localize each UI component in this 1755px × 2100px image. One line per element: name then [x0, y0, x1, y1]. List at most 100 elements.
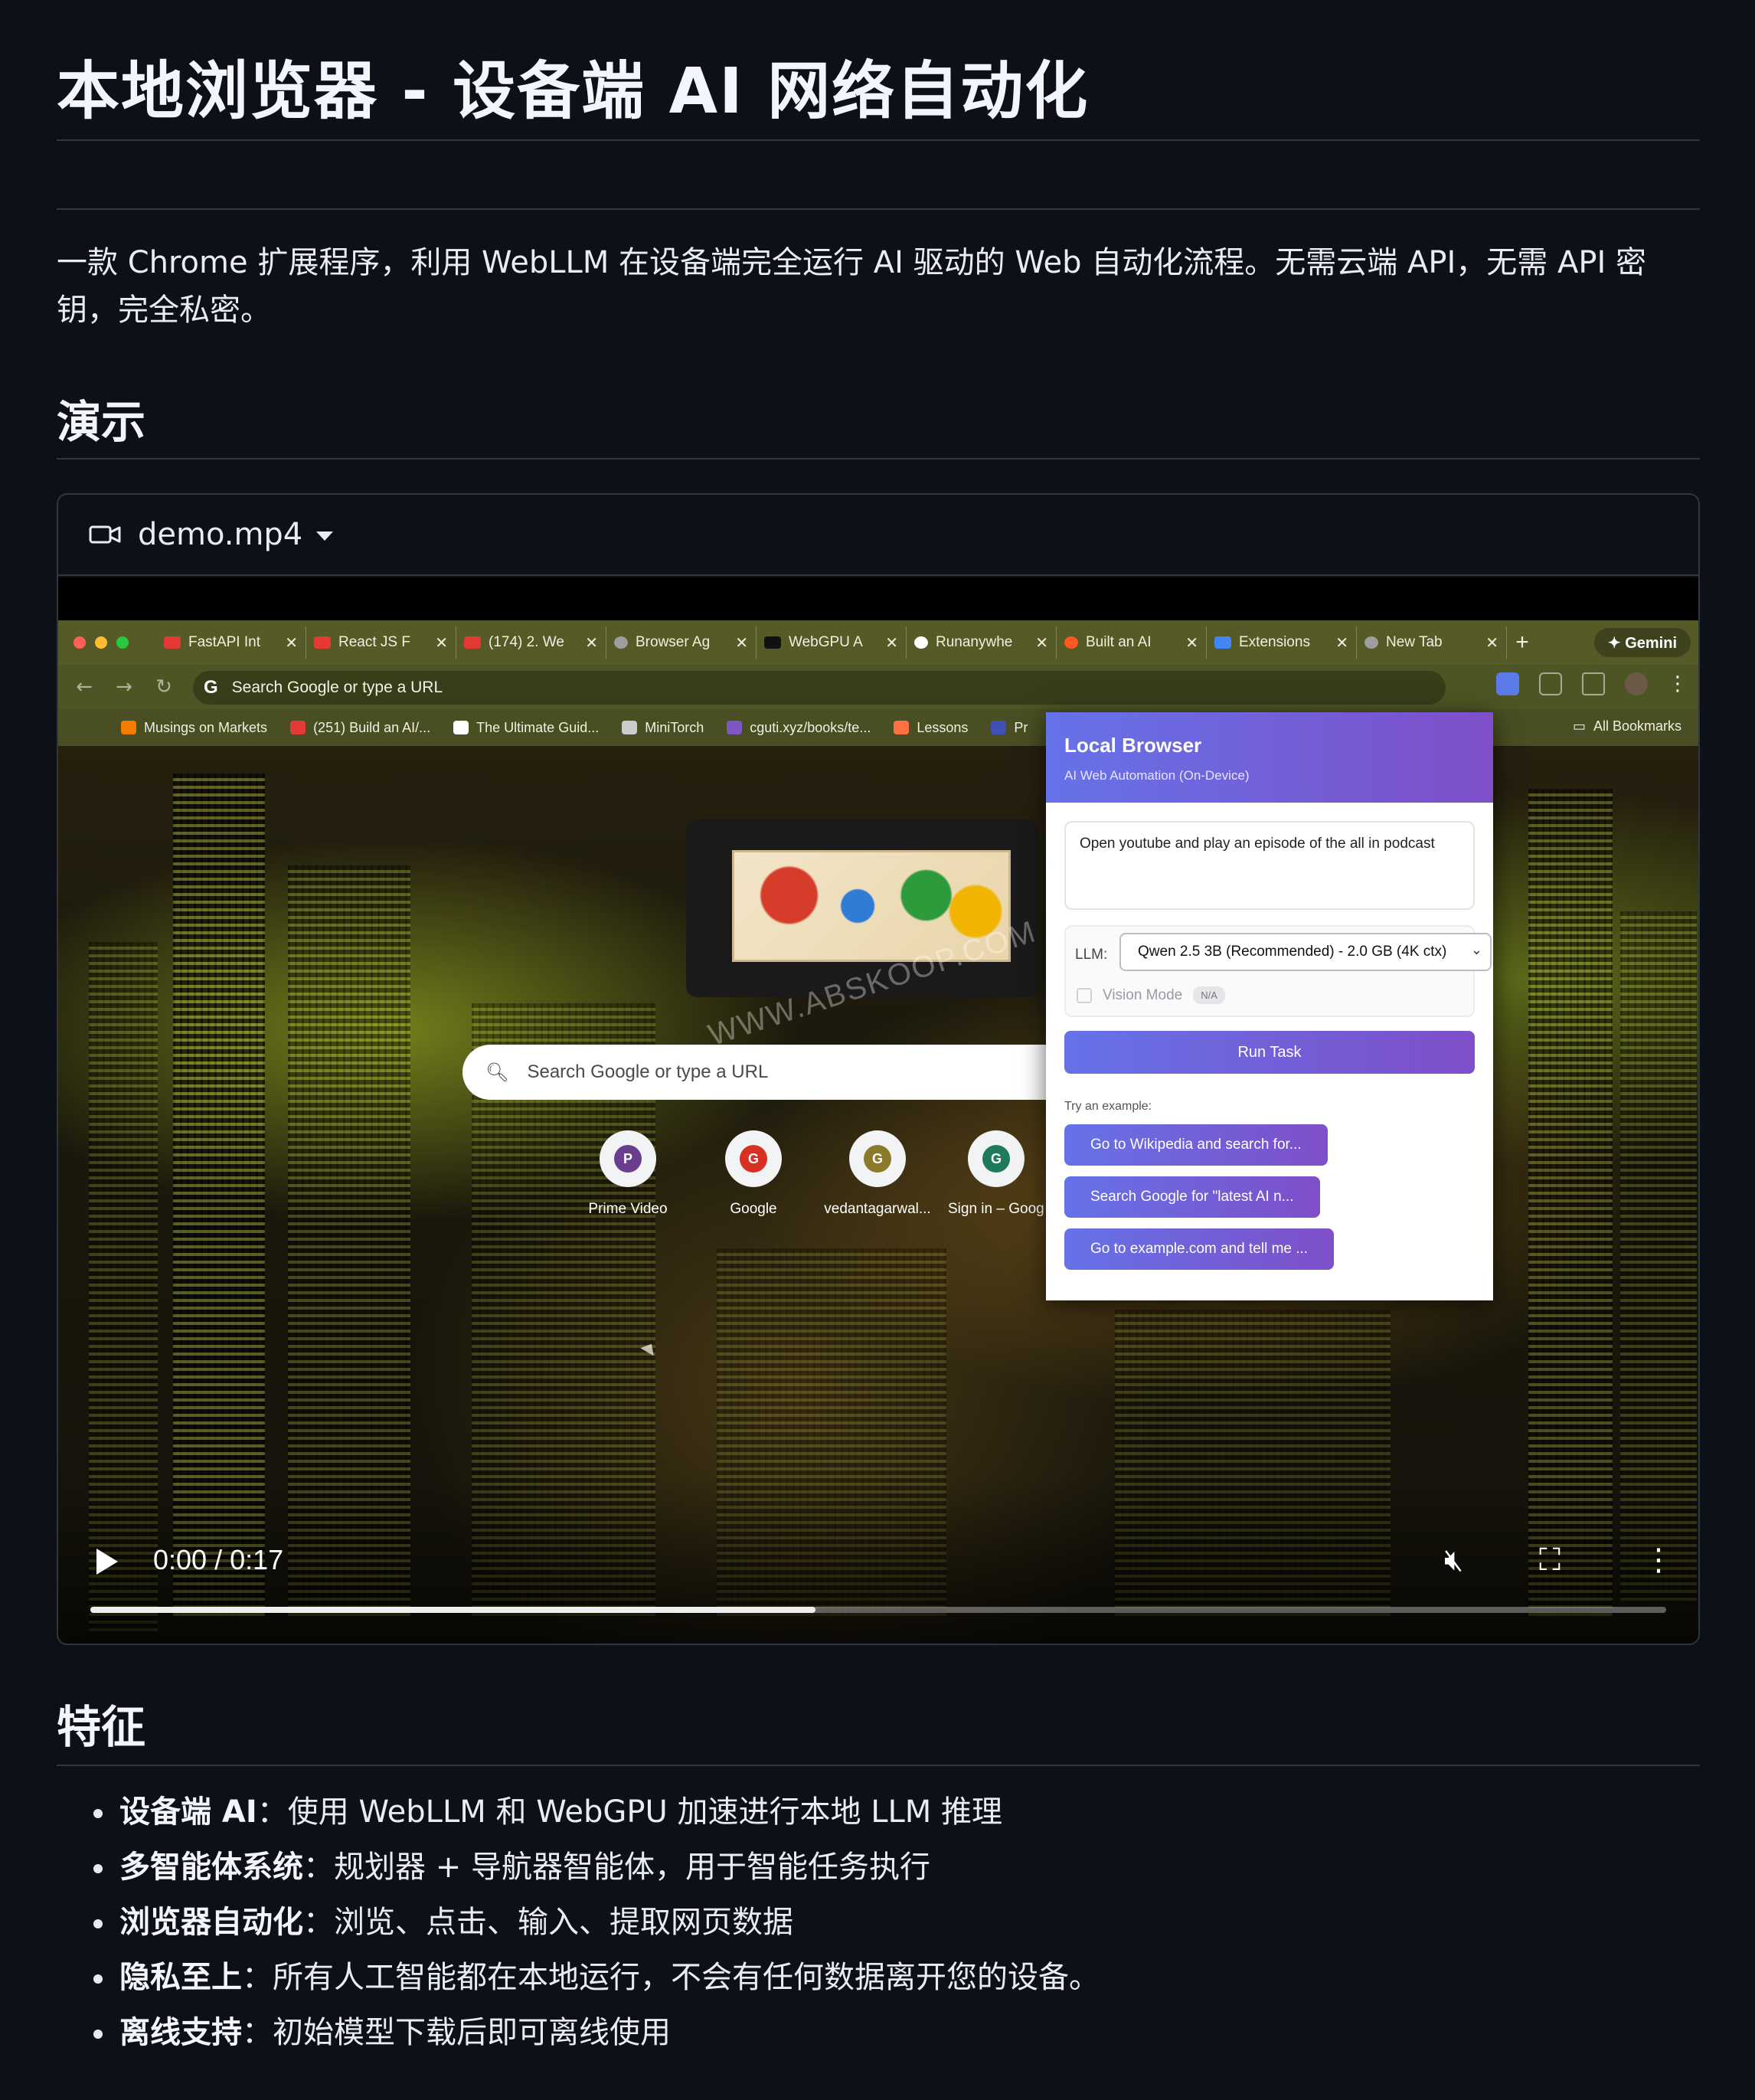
address-bar[interactable]: G Search Google or type a URL: [193, 671, 1446, 705]
forward-arrow-icon[interactable]: →: [104, 675, 144, 698]
browser-tab[interactable]: Built an AI ✕: [1057, 626, 1207, 659]
bookmark-item[interactable]: cguti.xyz/books/te...: [727, 720, 871, 736]
close-tab-icon[interactable]: ✕: [1035, 633, 1048, 653]
bookmark-item[interactable]: (251) Build an AI/...: [290, 720, 430, 736]
puzzle-icon: [1214, 636, 1231, 649]
back-arrow-icon[interactable]: ←: [64, 675, 104, 698]
browser-tab-active[interactable]: New Tab ✕: [1357, 626, 1507, 659]
video-player[interactable]: FastAPI Int ✕ React JS F ✕ (174) 2. We ✕ Br…: [58, 577, 1698, 1644]
close-tab-icon[interactable]: ✕: [735, 633, 748, 653]
page-title: 本地浏览器 - 设备端 AI 网络自动化: [57, 55, 1090, 128]
google-search-placeholder: Search Google or type a URL: [527, 1061, 769, 1082]
spinner-icon: [614, 636, 628, 649]
vision-mode-option: Vision Mode N/A: [1077, 986, 1225, 1004]
bookmark-item[interactable]: Lessons: [894, 720, 968, 736]
list-item: 浏览器自动化：浏览、点击、输入、提取网页数据: [57, 1895, 1100, 1950]
video-progress-fill: [90, 1607, 815, 1613]
bookmark-item[interactable]: MiniTorch: [622, 720, 704, 736]
close-tab-icon[interactable]: ✕: [1185, 633, 1198, 653]
avatar[interactable]: [1625, 672, 1648, 695]
browser-tab[interactable]: FastAPI Int ✕: [156, 626, 306, 659]
youtube-icon: [314, 636, 331, 649]
bookmark-item[interactable]: Musings on Markets: [121, 720, 267, 736]
close-tab-icon[interactable]: ✕: [885, 633, 898, 653]
run-task-button[interactable]: Run Task: [1064, 1031, 1475, 1074]
mute-icon[interactable]: 🔇︎: [1444, 1542, 1463, 1578]
example-button-example-com[interactable]: Go to example.com and tell me ...: [1064, 1228, 1335, 1270]
list-item: 隐私至上：所有人工智能都在本地运行，不会有任何数据离开您的设备。: [57, 1950, 1100, 2005]
medium-icon: [453, 721, 469, 734]
puzzle-icon[interactable]: [1539, 672, 1562, 695]
maximize-window-button[interactable]: [116, 636, 129, 649]
browser-tab[interactable]: Extensions ✕: [1207, 626, 1357, 659]
globe-icon: [727, 721, 743, 734]
close-tab-icon[interactable]: ✕: [1335, 633, 1348, 653]
youtube-icon: [164, 636, 181, 649]
shortcut-tile[interactable]: P Prime Video: [574, 1130, 681, 1218]
google-search-box[interactable]: 🔍︎ Search Google or type a URL: [462, 1045, 1106, 1100]
side-panel-icon[interactable]: [1582, 672, 1605, 695]
gemini-button[interactable]: ✦ Gemini: [1593, 628, 1691, 657]
chevron-down-icon[interactable]: [316, 532, 334, 541]
all-bookmarks-button[interactable]: ▭ All Bookmarks: [1573, 718, 1681, 734]
extension-icon[interactable]: [1496, 672, 1519, 695]
task-input[interactable]: Open youtube and play an episode of the …: [1064, 821, 1475, 910]
video-header[interactable]: demo.mp4: [58, 495, 1698, 576]
shortcut-tile[interactable]: G vedantagarwal...: [824, 1130, 931, 1218]
list-item: 多智能体系统：规划器 + 导航器智能体，用于智能任务执行: [57, 1840, 1100, 1895]
new-tab-button[interactable]: +: [1507, 630, 1538, 656]
more-vertical-icon[interactable]: ⋮: [1643, 1542, 1674, 1578]
browser-tab[interactable]: React JS F ✕: [306, 626, 456, 659]
model-settings: LLM: Qwen 2.5 3B (Recommended) - 2.0 GB …: [1064, 925, 1492, 1017]
shortcut-label: vedantagarwal...: [824, 1201, 931, 1217]
example-button-wikipedia[interactable]: Go to Wikipedia and search for...: [1064, 1124, 1328, 1166]
window-controls: [58, 636, 156, 649]
popup-body: Open youtube and play an episode of the …: [1046, 803, 1493, 1270]
reddit-icon: [1064, 636, 1078, 649]
shortcut-tile[interactable]: G Google: [700, 1130, 807, 1218]
shortcut-icon: G: [740, 1145, 767, 1173]
shortcut-tile[interactable]: G Sign in – Goog: [948, 1130, 1046, 1218]
close-tab-icon[interactable]: ✕: [285, 633, 298, 653]
youtube-icon: [290, 721, 306, 734]
blogger-icon: [121, 721, 136, 734]
browser-tab[interactable]: WebGPU A ✕: [757, 626, 907, 659]
video-attachment: demo.mp4 FastAPI Int ✕ React JS F ✕ (174…: [57, 493, 1700, 1645]
video-camera-icon: [89, 525, 121, 544]
bookmark-item[interactable]: The Ultimate Guid...: [453, 720, 599, 736]
flame-icon: [894, 721, 910, 734]
example-button-google[interactable]: Search Google for "latest AI n...: [1064, 1176, 1320, 1218]
fullscreen-icon[interactable]: ⛶: [1539, 1542, 1561, 1578]
video-frame: FastAPI Int ✕ React JS F ✕ (174) 2. We ✕ Br…: [58, 620, 1698, 1644]
project-description: 一款 Chrome 扩展程序，利用 WebLLM 在设备端完全运行 AI 驱动的…: [57, 245, 1646, 328]
list-item: 设备端 AI：使用 WebLLM 和 WebGPU 加速进行本地 LLM 推理: [57, 1784, 1100, 1840]
title-divider: [57, 139, 1700, 141]
reload-icon[interactable]: ↻: [144, 675, 184, 698]
features-divider: [57, 1765, 1700, 1766]
close-tab-icon[interactable]: ✕: [435, 633, 448, 653]
features-heading: 特征: [57, 1701, 146, 1753]
bookmark-icon: [991, 721, 1007, 734]
browser-tab-strip: FastAPI Int ✕ React JS F ✕ (174) 2. We ✕ Br…: [58, 620, 1698, 665]
popup-header: Local Browser AI Web Automation (On-Devi…: [1046, 712, 1493, 803]
close-tab-icon[interactable]: ✕: [1485, 633, 1498, 653]
browser-tab[interactable]: Browser Ag ✕: [606, 626, 757, 659]
minimize-window-button[interactable]: [95, 636, 107, 649]
play-icon[interactable]: [96, 1549, 118, 1575]
browser-tab[interactable]: (174) 2. We ✕: [456, 626, 606, 659]
video-progress-bar[interactable]: [90, 1607, 1666, 1613]
llm-select[interactable]: Qwen 2.5 3B (Recommended) - 2.0 GB (4K c…: [1119, 933, 1492, 971]
close-window-button[interactable]: [74, 636, 86, 649]
browser-toolbar: ← → ↻ G Search Google or type a URL ⋮: [58, 665, 1698, 709]
section-divider: [57, 208, 1700, 210]
close-tab-icon[interactable]: ✕: [585, 633, 598, 653]
vision-mode-checkbox[interactable]: [1077, 987, 1092, 1003]
current-time: 0:00: [153, 1544, 208, 1575]
bookmark-item[interactable]: Pr: [991, 720, 1028, 736]
features-list: 设备端 AI：使用 WebLLM 和 WebGPU 加速进行本地 LLM 推理 …: [57, 1784, 1100, 2060]
shortcut-icon: G: [982, 1145, 1010, 1173]
more-vertical-icon[interactable]: ⋮: [1668, 672, 1688, 695]
demo-divider: [57, 458, 1700, 460]
browser-tab[interactable]: Runanywhe ✕: [907, 626, 1057, 659]
llm-label: LLM:: [1075, 947, 1108, 963]
